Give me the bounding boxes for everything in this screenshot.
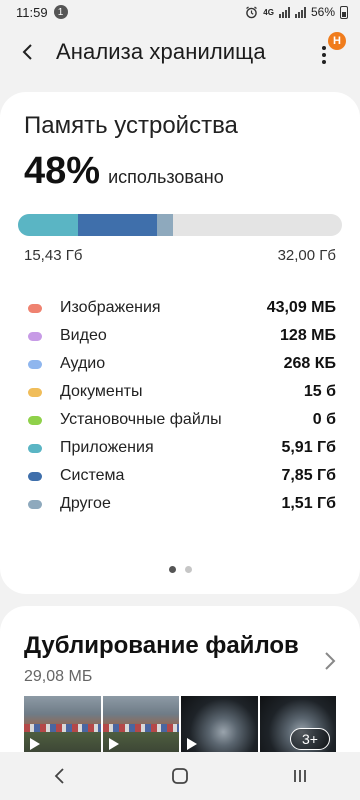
nav-home-button[interactable] — [150, 752, 210, 800]
duplicate-files-size: 29,08 МБ — [24, 668, 93, 685]
more-options-button[interactable]: Н — [308, 32, 346, 70]
app-bar: Анализа хранилища Н — [0, 24, 360, 80]
category-color-dot — [28, 303, 42, 313]
video-thumbnail[interactable] — [102, 696, 179, 756]
alarm-icon — [246, 5, 258, 18]
battery-percent: 56% — [310, 5, 335, 19]
battery-icon — [340, 5, 348, 19]
storage-usage-bar — [18, 214, 342, 236]
video-thumbnail[interactable]: 3+ — [259, 696, 336, 756]
used-amount: 15,43 Гб — [24, 247, 83, 264]
category-row[interactable]: Изображения 43,09 МБ — [28, 294, 336, 322]
category-row[interactable]: Другое 1,51 Гб — [28, 490, 336, 518]
device-storage-card[interactable]: Память устройства 48% использовано 15,43… — [0, 92, 360, 594]
device-storage-title: Память устройства — [24, 112, 238, 139]
play-icon — [108, 738, 119, 750]
video-thumbnail[interactable] — [24, 696, 101, 756]
category-name: Установочные файлы — [60, 411, 222, 428]
play-icon — [30, 738, 40, 750]
category-name: Приложения — [60, 439, 154, 456]
video-thumbnail[interactable] — [181, 696, 258, 756]
more-count-badge: 3+ — [290, 728, 330, 750]
category-name: Документы — [60, 383, 143, 400]
category-color-dot — [28, 331, 42, 341]
usage-percent: 48% — [24, 150, 101, 192]
page-title: Анализа хранилища — [56, 39, 266, 64]
category-name: Система — [60, 467, 125, 484]
notification-count-badge: 1 — [53, 5, 68, 19]
storage-bar-segment — [18, 214, 78, 236]
storage-bar-segment — [157, 214, 173, 236]
category-row[interactable]: Аудио 268 КБ — [28, 350, 336, 378]
page-dot[interactable] — [168, 566, 176, 573]
category-name: Изображения — [60, 299, 161, 316]
status-bar: 11:59 1 4G 56% — [0, 0, 360, 24]
nav-back-button[interactable] — [30, 752, 90, 800]
category-color-dot — [28, 387, 42, 397]
category-color-dot — [28, 471, 42, 481]
category-value: 15 б — [303, 383, 336, 400]
category-color-dot — [28, 415, 42, 425]
category-value: 128 МБ — [280, 327, 336, 344]
duplicate-files-title: Дублирование файлов — [24, 632, 299, 659]
nav-recents-button[interactable] — [270, 752, 330, 800]
network-type-label: 4G — [263, 7, 274, 17]
category-row[interactable]: Видео 128 МБ — [28, 322, 336, 350]
category-name: Видео — [60, 327, 107, 344]
storage-bar-segment — [77, 214, 158, 236]
status-icons: 4G 56% — [245, 5, 348, 19]
category-color-dot — [28, 359, 42, 369]
nav-back-icon — [54, 768, 64, 784]
category-value: 0 б — [312, 411, 336, 428]
page-indicator — [0, 566, 360, 573]
category-color-dot — [28, 443, 42, 453]
usage-summary: 48% использовано — [24, 150, 224, 193]
signal-icon — [278, 6, 290, 18]
category-value: 43,09 МБ — [266, 299, 336, 316]
update-badge: Н — [328, 32, 346, 50]
play-icon — [187, 738, 197, 750]
category-color-dot — [28, 499, 42, 509]
category-value: 268 КБ — [283, 355, 336, 372]
category-name: Аудио — [60, 355, 106, 372]
category-value: 1,51 Гб — [281, 495, 336, 512]
category-row[interactable]: Система 7,85 Гб — [28, 462, 336, 490]
usage-label: использовано — [108, 167, 224, 187]
back-button[interactable] — [0, 24, 56, 80]
signal-2-icon — [294, 6, 306, 18]
navigation-bar — [0, 752, 360, 800]
page-dot[interactable] — [184, 566, 192, 573]
category-row[interactable]: Документы 15 б — [28, 378, 336, 406]
category-row[interactable]: Установочные файлы 0 б — [28, 406, 336, 434]
total-amount: 32,00 Гб — [277, 247, 336, 264]
category-list: Изображения 43,09 МБ Видео 128 МБ Аудио 268 К… — [28, 294, 336, 518]
more-vert-icon — [322, 46, 326, 67]
back-arrow-icon — [22, 44, 32, 60]
category-value: 5,91 Гб — [281, 439, 336, 456]
category-value: 7,85 Гб — [281, 467, 336, 484]
status-time: 11:59 — [16, 4, 48, 20]
nav-recents-icon — [294, 770, 306, 782]
duplicate-thumbnails: 3+ — [24, 696, 336, 756]
chevron-right-icon[interactable] — [322, 650, 338, 672]
category-row[interactable]: Приложения 5,91 Гб — [28, 434, 336, 462]
category-name: Другое — [60, 495, 111, 512]
nav-home-icon — [172, 768, 188, 784]
